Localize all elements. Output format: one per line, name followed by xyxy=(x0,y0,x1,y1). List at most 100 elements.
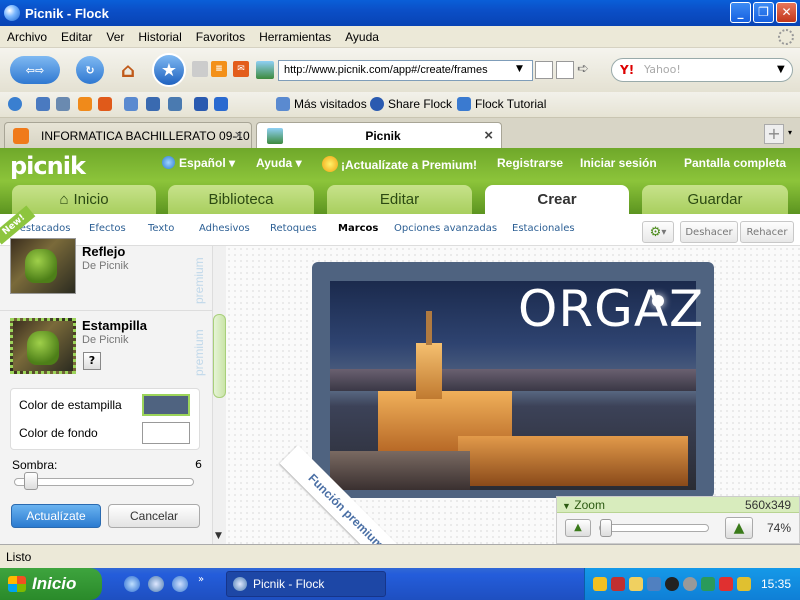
bg-color-swatch[interactable] xyxy=(142,422,190,444)
menu-editar[interactable]: Editar xyxy=(54,30,99,44)
scroll-down-icon[interactable]: ▼ xyxy=(215,531,222,541)
favorite-star-icon[interactable]: ★ xyxy=(152,53,186,87)
estampilla-thumbnail[interactable] xyxy=(10,318,76,374)
flock-tutorial-icon xyxy=(457,97,471,111)
collapse-icon: ▼ xyxy=(562,501,571,511)
media-icon[interactable] xyxy=(665,577,679,591)
picnik-logo[interactable]: picnik xyxy=(10,152,86,180)
bookmark-share-flock[interactable]: Share Flock xyxy=(370,97,452,111)
close-button[interactable]: ✕ xyxy=(776,2,797,23)
taskbar: Inicio » Picnik - Flock 15:35 xyxy=(0,568,800,600)
search-input[interactable]: Yahoo! xyxy=(611,58,793,82)
flock-quicklaunch-icon[interactable] xyxy=(148,576,164,592)
go-arrow-icon[interactable]: ➪ xyxy=(577,61,595,79)
start-button[interactable]: Inicio xyxy=(0,568,102,600)
help-menu[interactable]: Ayuda ▾ xyxy=(256,156,302,170)
scrollbar-thumb[interactable] xyxy=(213,314,226,398)
antivirus-icon[interactable] xyxy=(701,577,715,591)
minimize-button[interactable]: _ xyxy=(730,2,751,23)
envelope-icon[interactable] xyxy=(629,577,643,591)
menu-herramientas[interactable]: Herramientas xyxy=(252,30,338,44)
zoom-out-icon[interactable]: ▲ xyxy=(565,519,591,537)
network-icon[interactable] xyxy=(611,577,625,591)
feeds-icon[interactable] xyxy=(78,97,92,111)
menu-ayuda[interactable]: Ayuda xyxy=(338,30,386,44)
subtab-efectos[interactable]: Efectos xyxy=(89,223,126,234)
webmail-icon[interactable] xyxy=(98,97,112,111)
people-icon[interactable] xyxy=(36,97,50,111)
tool-icon[interactable] xyxy=(737,577,751,591)
tab-inicio[interactable]: ⌂ Inicio xyxy=(12,185,156,214)
tab-close-icon[interactable]: × xyxy=(484,127,493,144)
settings-gear-icon[interactable]: ⚙ ▾ xyxy=(642,221,674,243)
tab-guardar[interactable]: Guardar xyxy=(642,185,788,214)
reload-icon[interactable]: ↻ xyxy=(76,56,104,84)
register-link[interactable]: Registrarse xyxy=(497,156,563,170)
subtab-texto[interactable]: Texto xyxy=(148,223,174,234)
rss-icon[interactable]: ≡ xyxy=(211,61,227,77)
bookmark-mas-visitados[interactable]: Más visitados xyxy=(276,97,367,111)
maximize-button[interactable]: ❐ xyxy=(753,2,774,23)
media-icon[interactable] xyxy=(124,97,138,111)
tab-biblioteca[interactable]: Biblioteca xyxy=(168,185,314,214)
clipboard-icon[interactable] xyxy=(168,97,182,111)
redo-button[interactable]: Rehacer xyxy=(740,221,794,243)
stamp-color-swatch[interactable] xyxy=(142,394,190,416)
tab-close-icon[interactable]: × xyxy=(234,127,243,144)
url-input[interactable]: http://www.picnik.com/app#/create/frames xyxy=(278,60,533,81)
url-dropdown-icon[interactable]: ▼ xyxy=(516,64,523,74)
premium-link[interactable]: ¡Actualízate a Premium! xyxy=(322,156,477,172)
home-icon[interactable]: ⌂ xyxy=(114,56,142,84)
subtab-estacionales[interactable]: Estacionales xyxy=(512,223,575,234)
clip-icon[interactable] xyxy=(556,61,574,79)
bookmark-flock-tutorial[interactable]: Flock Tutorial xyxy=(457,97,546,111)
login-link[interactable]: Iniciar sesión xyxy=(580,156,657,170)
upload-icon[interactable] xyxy=(214,97,228,111)
new-tab-icon[interactable]: + xyxy=(764,124,784,144)
zoom-label[interactable]: ▼ Zoom xyxy=(562,498,605,512)
favorites-icon[interactable] xyxy=(146,97,160,111)
subtab-marcos[interactable]: Marcos xyxy=(338,223,378,234)
shadow-slider[interactable] xyxy=(14,478,194,486)
cancel-button[interactable]: Cancelar xyxy=(108,504,200,528)
zoom-in-icon[interactable]: ▲ xyxy=(725,517,753,539)
tab-informatica[interactable]: INFORMATICA BACHILLERATO 09-10 × xyxy=(4,122,252,148)
undo-button[interactable]: Deshacer xyxy=(680,221,738,243)
mail-icon[interactable]: ✉ xyxy=(233,61,249,77)
zoom-slider-thumb[interactable] xyxy=(600,519,613,537)
more-icon[interactable]: » xyxy=(198,574,204,585)
share-icon[interactable] xyxy=(192,61,208,77)
help-button[interactable]: ? xyxy=(83,352,101,370)
menu-ver[interactable]: Ver xyxy=(99,30,131,44)
globe-icon[interactable] xyxy=(8,97,22,111)
firefox-icon[interactable] xyxy=(172,576,188,592)
shield-icon[interactable] xyxy=(593,577,607,591)
back-forward-icon[interactable]: ⇦⇨ xyxy=(10,56,60,84)
page-tool-icon[interactable] xyxy=(535,61,553,79)
blog-editor-icon[interactable] xyxy=(194,97,208,111)
menu-archivo[interactable]: Archivo xyxy=(0,30,54,44)
k-app-icon[interactable] xyxy=(719,577,733,591)
subtab-retoques[interactable]: Retoques xyxy=(270,223,317,234)
panel-scrollbar[interactable]: ▼ xyxy=(212,246,226,544)
volume-icon[interactable] xyxy=(683,577,697,591)
accounts-icon[interactable] xyxy=(56,97,70,111)
subtab-adhesivos[interactable]: Adhesivos xyxy=(199,223,250,234)
tab-editar[interactable]: Editar xyxy=(327,185,472,214)
subtab-opciones-avanzadas[interactable]: Opciones avanzadas xyxy=(394,223,497,234)
menu-favoritos[interactable]: Favoritos xyxy=(189,30,252,44)
language-menu[interactable]: Español ▾ xyxy=(162,156,235,170)
tab-picnik[interactable]: Picnik × xyxy=(256,122,502,148)
tab-crear[interactable]: Crear xyxy=(485,185,629,214)
reflejo-thumbnail[interactable] xyxy=(10,238,76,294)
upgrade-button[interactable]: Actualízate xyxy=(11,504,101,528)
taskbar-item-picnik[interactable]: Picnik - Flock xyxy=(226,571,386,597)
zoom-slider[interactable] xyxy=(599,524,709,532)
shadow-slider-thumb[interactable] xyxy=(23,472,38,490)
search-dropdown-icon[interactable]: ▼ xyxy=(777,64,785,75)
ie-icon[interactable] xyxy=(124,576,140,592)
tab-list-icon[interactable]: ▾ xyxy=(788,128,792,137)
monitor-icon[interactable] xyxy=(647,577,661,591)
fullscreen-link[interactable]: Pantalla completa xyxy=(684,156,786,170)
menu-historial[interactable]: Historial xyxy=(131,30,188,44)
